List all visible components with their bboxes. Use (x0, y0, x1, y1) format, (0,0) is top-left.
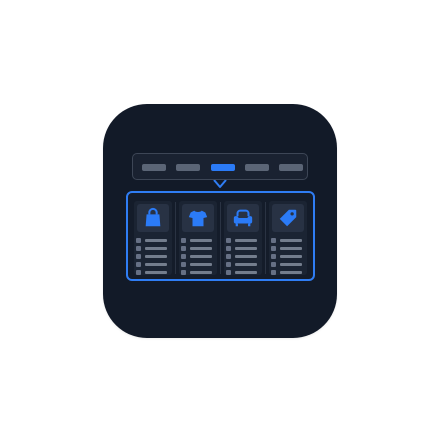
menu-link[interactable] (271, 238, 305, 243)
navigation-bar (132, 153, 308, 180)
menu-link[interactable] (181, 262, 215, 267)
menu-link[interactable] (226, 254, 260, 259)
category-tile[interactable] (272, 204, 304, 232)
canvas (0, 0, 440, 440)
nav-item-5[interactable] (279, 164, 303, 171)
nav-item-3-active[interactable] (211, 164, 235, 171)
menu-link[interactable] (136, 254, 170, 259)
category-column-bags (134, 201, 172, 275)
column-divider (220, 202, 221, 274)
nav-item-4[interactable] (245, 164, 269, 171)
category-tile[interactable] (137, 204, 169, 232)
armchair-icon (233, 209, 253, 227)
menu-link[interactable] (181, 270, 215, 275)
menu-link[interactable] (181, 238, 215, 243)
menu-link[interactable] (226, 238, 260, 243)
menu-link[interactable] (181, 246, 215, 251)
price-tag-icon (279, 209, 297, 227)
category-column-clothing (179, 201, 217, 275)
nav-item-2[interactable] (176, 164, 200, 171)
column-divider (175, 202, 176, 274)
menu-link[interactable] (226, 270, 260, 275)
menu-link[interactable] (271, 270, 305, 275)
menu-link[interactable] (136, 270, 170, 275)
mega-menu-panel (126, 191, 315, 281)
menu-link[interactable] (271, 254, 305, 259)
t-shirt-icon (188, 210, 208, 227)
menu-link[interactable] (226, 262, 260, 267)
menu-link[interactable] (136, 246, 170, 251)
category-tile[interactable] (182, 204, 214, 232)
menu-link[interactable] (271, 246, 305, 251)
category-column-furniture (224, 201, 262, 275)
menu-link[interactable] (181, 254, 215, 259)
menu-link[interactable] (136, 238, 170, 243)
mega-menu-app-icon (103, 104, 337, 338)
category-column-deals (269, 201, 307, 275)
nav-item-1[interactable] (142, 164, 166, 171)
menu-link[interactable] (226, 246, 260, 251)
menu-link[interactable] (271, 262, 305, 267)
shopping-bag-icon (145, 207, 161, 227)
menu-link[interactable] (136, 262, 170, 267)
category-tile[interactable] (227, 204, 259, 232)
column-divider (265, 202, 266, 274)
